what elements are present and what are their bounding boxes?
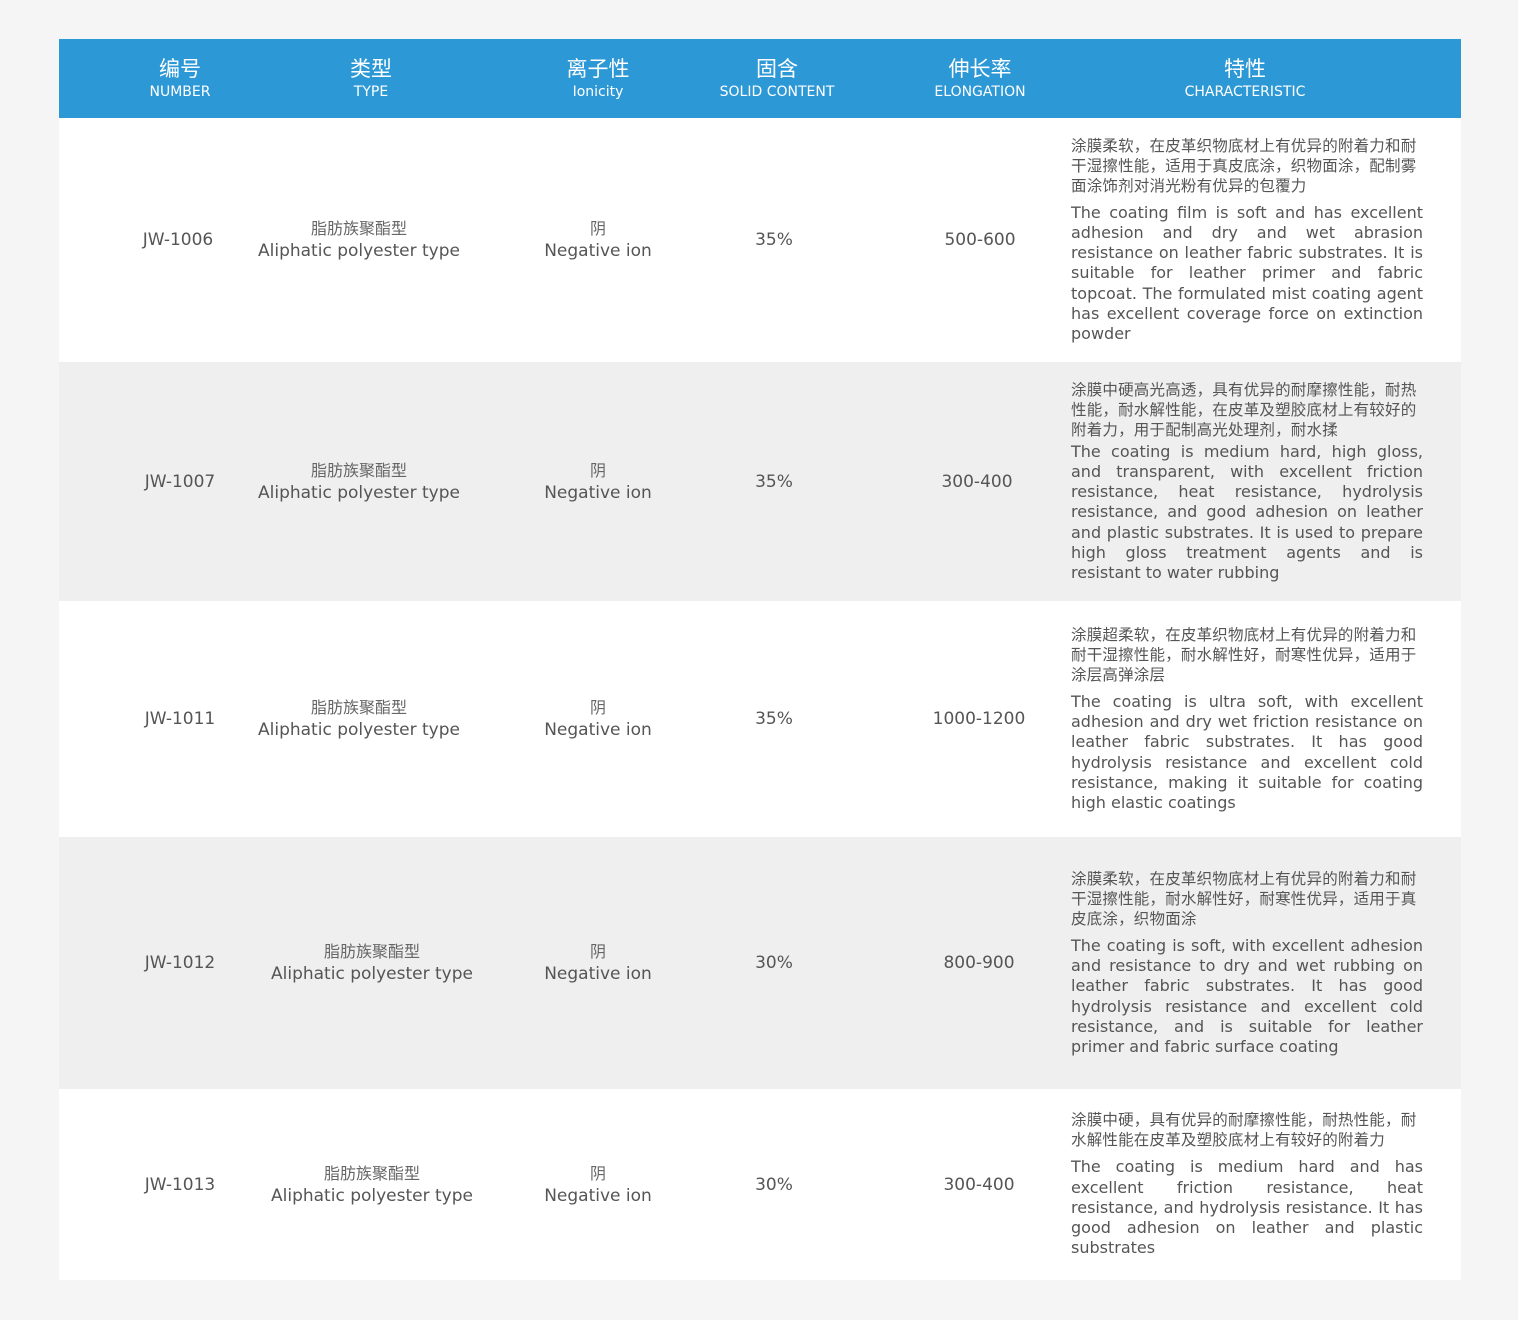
cell-type: 脂肪族聚酯型 Aliphatic polyester type bbox=[262, 1089, 482, 1280]
table-header: 编号 NUMBER 类型 TYPE 离子性 Ionicity 固含 SOLID … bbox=[59, 39, 1461, 118]
cell-number: JW-1011 bbox=[144, 709, 216, 729]
cell-type: 脂肪族聚酯型 Aliphatic polyester type bbox=[249, 118, 469, 362]
type-zh: 脂肪族聚酯型 bbox=[310, 698, 407, 717]
ion-en: Negative ion bbox=[544, 1185, 652, 1206]
header-characteristic: 特性 CHARACTERISTIC bbox=[1161, 39, 1329, 118]
cell-ionicity: 阴 Negative ion bbox=[508, 1089, 688, 1280]
cell-solid: 30% bbox=[755, 1174, 793, 1195]
cell-ionicity: 阴 Negative ion bbox=[508, 362, 688, 601]
char-en: The coating is medium hard and has excel… bbox=[1071, 1157, 1423, 1258]
char-en: The coating is medium hard, high gloss, … bbox=[1071, 441, 1423, 582]
header-characteristic-en: CHARACTERISTIC bbox=[1184, 83, 1306, 100]
cell-solid: 30% bbox=[755, 953, 793, 973]
header-number-en: NUMBER bbox=[149, 83, 211, 100]
type-zh: 脂肪族聚酯型 bbox=[323, 1163, 420, 1183]
header-type-en: TYPE bbox=[353, 83, 389, 100]
header-ionicity-zh: 离子性 bbox=[566, 56, 630, 81]
ion-en: Negative ion bbox=[544, 964, 652, 984]
type-zh: 脂肪族聚酯型 bbox=[310, 460, 407, 480]
char-zh: 涂膜中硬高光高透，具有优异的耐摩擦性能，耐热性能，耐水解性能，在皮革及塑胶底材上… bbox=[1071, 380, 1417, 439]
header-elongation: 伸长率 ELONGATION bbox=[799, 39, 1161, 118]
type-en: Aliphatic polyester type bbox=[271, 964, 473, 984]
cell-elongation: 800-900 bbox=[943, 953, 1015, 973]
header-solid: 固含 SOLID CONTENT bbox=[720, 39, 835, 118]
cell-ionicity: 阴 Negative ion bbox=[508, 601, 688, 837]
ion-en: Negative ion bbox=[544, 482, 652, 503]
ion-en: Negative ion bbox=[544, 720, 652, 740]
header-type-zh: 类型 bbox=[350, 56, 392, 81]
char-en: The coating film is soft and has excelle… bbox=[1071, 202, 1423, 343]
type-en: Aliphatic polyester type bbox=[271, 1185, 473, 1206]
type-en: Aliphatic polyester type bbox=[258, 241, 460, 261]
cell-type: 脂肪族聚酯型 Aliphatic polyester type bbox=[262, 837, 482, 1089]
cell-solid: 35% bbox=[755, 471, 793, 492]
table-row: JW-1007 脂肪族聚酯型 Aliphatic polyester type … bbox=[59, 362, 1461, 601]
cell-number: JW-1012 bbox=[144, 953, 216, 973]
ion-zh: 阴 bbox=[589, 698, 606, 717]
cell-characteristic: 涂膜柔软，在皮革织物底材上有优异的附着力和耐干湿擦性能，耐水解性好，耐寒性优异，… bbox=[1071, 837, 1423, 1089]
char-en: The coating is soft, with excellent adhe… bbox=[1071, 935, 1423, 1056]
cell-characteristic: 涂膜中硬高光高透，具有优异的耐摩擦性能，耐热性能，耐水解性能，在皮革及塑胶底材上… bbox=[1071, 362, 1423, 601]
header-ionicity: 离子性 Ionicity bbox=[441, 39, 755, 118]
header-ionicity-en: Ionicity bbox=[572, 83, 624, 100]
header-elongation-zh: 伸长率 bbox=[948, 56, 1012, 81]
type-zh: 脂肪族聚酯型 bbox=[323, 942, 420, 961]
header-type: 类型 TYPE bbox=[301, 39, 441, 118]
header-number-zh: 编号 bbox=[159, 56, 201, 81]
cell-number: JW-1007 bbox=[144, 471, 216, 492]
ion-zh: 阴 bbox=[589, 942, 606, 961]
cell-elongation: 500-600 bbox=[944, 230, 1016, 250]
char-en: The coating is ultra soft, with excellen… bbox=[1071, 691, 1423, 812]
cell-characteristic: 涂膜柔软，在皮革织物底材上有优异的附着力和耐干湿擦性能，适用于真皮底涂，织物面涂… bbox=[1071, 118, 1423, 362]
char-zh: 涂膜柔软，在皮革织物底材上有优异的附着力和耐干湿擦性能，适用于真皮底涂，织物面涂… bbox=[1071, 136, 1417, 195]
cell-elongation: 1000-1200 bbox=[932, 709, 1026, 729]
cell-ionicity: 阴 Negative ion bbox=[508, 118, 688, 362]
product-table: 编号 NUMBER 类型 TYPE 离子性 Ionicity 固含 SOLID … bbox=[59, 39, 1461, 1280]
header-solid-zh: 固含 bbox=[756, 56, 798, 81]
table-row: JW-1012 脂肪族聚酯型 Aliphatic polyester type … bbox=[59, 837, 1461, 1089]
ion-zh: 阴 bbox=[589, 219, 606, 238]
ion-zh: 阴 bbox=[589, 1163, 606, 1183]
cell-solid: 35% bbox=[755, 709, 793, 729]
ion-zh: 阴 bbox=[589, 460, 606, 480]
type-zh: 脂肪族聚酯型 bbox=[310, 219, 407, 238]
cell-number: JW-1013 bbox=[144, 1174, 216, 1195]
type-en: Aliphatic polyester type bbox=[258, 482, 460, 503]
cell-ionicity: 阴 Negative ion bbox=[508, 837, 688, 1089]
table-row: JW-1013 脂肪族聚酯型 Aliphatic polyester type … bbox=[59, 1089, 1461, 1280]
ion-en: Negative ion bbox=[544, 241, 652, 261]
type-en: Aliphatic polyester type bbox=[258, 720, 460, 740]
char-zh: 涂膜超柔软，在皮革织物底材上有优异的附着力和耐干湿擦性能，耐水解性好，耐寒性优异… bbox=[1071, 625, 1417, 684]
cell-type: 脂肪族聚酯型 Aliphatic polyester type bbox=[249, 601, 469, 837]
cell-solid: 35% bbox=[755, 230, 793, 250]
table-row: JW-1011 脂肪族聚酯型 Aliphatic polyester type … bbox=[59, 601, 1461, 837]
table-row: JW-1006 脂肪族聚酯型 Aliphatic polyester type … bbox=[59, 118, 1461, 362]
cell-elongation: 300-400 bbox=[941, 471, 1013, 492]
cell-characteristic: 涂膜超柔软，在皮革织物底材上有优异的附着力和耐干湿擦性能，耐水解性好，耐寒性优异… bbox=[1071, 601, 1423, 837]
cell-type: 脂肪族聚酯型 Aliphatic polyester type bbox=[249, 362, 469, 601]
char-zh: 涂膜柔软，在皮革织物底材上有优异的附着力和耐干湿擦性能，耐水解性好，耐寒性优异，… bbox=[1071, 869, 1417, 928]
char-zh: 涂膜中硬，具有优异的耐摩擦性能，耐热性能，耐水解性能在皮革及塑胶底材上有较好的附… bbox=[1071, 1111, 1417, 1150]
cell-number: JW-1006 bbox=[142, 230, 214, 250]
header-elongation-en: ELONGATION bbox=[934, 83, 1026, 100]
header-characteristic-zh: 特性 bbox=[1224, 56, 1266, 81]
cell-elongation: 300-400 bbox=[943, 1174, 1015, 1195]
header-number: 编号 NUMBER bbox=[59, 39, 301, 118]
cell-characteristic: 涂膜中硬，具有优异的耐摩擦性能，耐热性能，耐水解性能在皮革及塑胶底材上有较好的附… bbox=[1071, 1089, 1423, 1280]
